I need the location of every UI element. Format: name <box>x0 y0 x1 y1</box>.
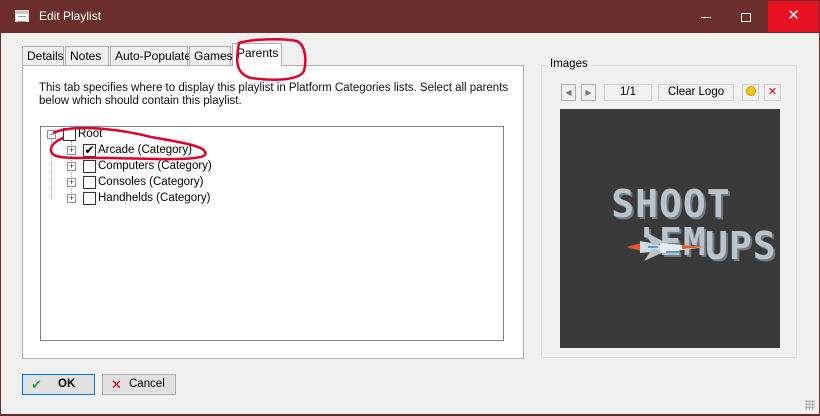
edit-playlist-window: Edit Playlist ✕ Details Notes Auto-Popul… <box>0 0 820 415</box>
maximize-icon <box>740 12 751 22</box>
tree-node-consoles: + Consoles (Category) <box>41 175 241 191</box>
minimize-icon <box>700 16 711 18</box>
tree-node-label: Consoles (Category) <box>98 176 204 188</box>
parents-tab-panel: This tab specifies where to display this… <box>22 65 524 359</box>
images-group-title: Images <box>547 58 591 70</box>
tree-node-label: Arcade (Category) <box>98 144 192 156</box>
tree-node-handhelds: + Handhelds (Category) <box>41 191 241 207</box>
parents-description: This tab specifies where to display this… <box>39 82 509 107</box>
collapse-icon[interactable]: − <box>47 130 56 139</box>
delete-image-button[interactable]: ✕ <box>764 84 781 101</box>
image-counter: 1/1 <box>604 84 652 101</box>
ok-label: OK <box>58 378 76 390</box>
delete-image-icon: ✕ <box>767 86 778 98</box>
clear-logo-button[interactable]: Clear Logo <box>658 84 734 101</box>
tab-auto-populate[interactable]: Auto-Populate <box>110 46 191 65</box>
root-checkbox[interactable] <box>63 128 76 141</box>
window-icon <box>15 10 29 22</box>
ok-button[interactable]: ✔ OK <box>22 374 95 395</box>
next-image-button[interactable]: ▶ <box>581 84 596 101</box>
tree-node-root: − Root <box>41 127 161 143</box>
add-image-button[interactable] <box>742 84 759 101</box>
tree-node-label: Root <box>78 128 103 140</box>
tab-details[interactable]: Details <box>22 46 64 65</box>
computers-checkbox[interactable] <box>83 160 96 173</box>
expand-icon[interactable]: + <box>67 194 76 203</box>
prev-image-button[interactable]: ◀ <box>561 84 576 101</box>
tab-notes[interactable]: Notes <box>65 46 109 65</box>
tree-node-label: Handhelds (Category) <box>98 192 211 204</box>
tree-node-arcade: + ✔ Arcade (Category) <box>41 143 241 159</box>
tab-parents[interactable]: Parents <box>232 43 282 66</box>
tree-node-computers: + Computers (Category) <box>41 159 241 175</box>
resize-grip[interactable] <box>805 400 815 410</box>
logo-image: SHOOT 'EM UPS <box>560 109 780 348</box>
add-image-icon <box>745 86 756 97</box>
close-button[interactable]: ✕ <box>768 1 819 32</box>
expand-icon[interactable]: + <box>67 162 76 171</box>
logo-text-line2: UPS <box>705 224 777 268</box>
next-arrow-icon: ▶ <box>585 88 592 97</box>
consoles-checkbox[interactable] <box>83 176 96 189</box>
expand-icon[interactable]: + <box>67 178 76 187</box>
expand-icon[interactable]: + <box>67 146 76 155</box>
cancel-button[interactable]: ✕ Cancel <box>102 374 176 395</box>
title-bar: Edit Playlist ✕ <box>1 1 819 33</box>
handhelds-checkbox[interactable] <box>83 192 96 205</box>
cancel-x-icon: ✕ <box>111 377 122 392</box>
maximize-button[interactable] <box>723 1 768 32</box>
window-title: Edit Playlist <box>39 9 102 23</box>
parents-tree[interactable]: − Root + ✔ Arcade (Category) + Computers… <box>40 126 504 341</box>
close-icon: ✕ <box>787 7 800 24</box>
tab-games[interactable]: Games <box>189 46 233 65</box>
checkmark-icon: ✔ <box>84 143 95 157</box>
prev-arrow-icon: ◀ <box>565 88 572 97</box>
spaceship-graphic <box>626 231 706 261</box>
cancel-label: Cancel <box>129 378 165 390</box>
checkmark-icon: ✔ <box>31 377 42 392</box>
minimize-button[interactable] <box>683 1 728 32</box>
arcade-checkbox[interactable]: ✔ <box>83 144 96 157</box>
tree-node-label: Computers (Category) <box>98 160 212 172</box>
